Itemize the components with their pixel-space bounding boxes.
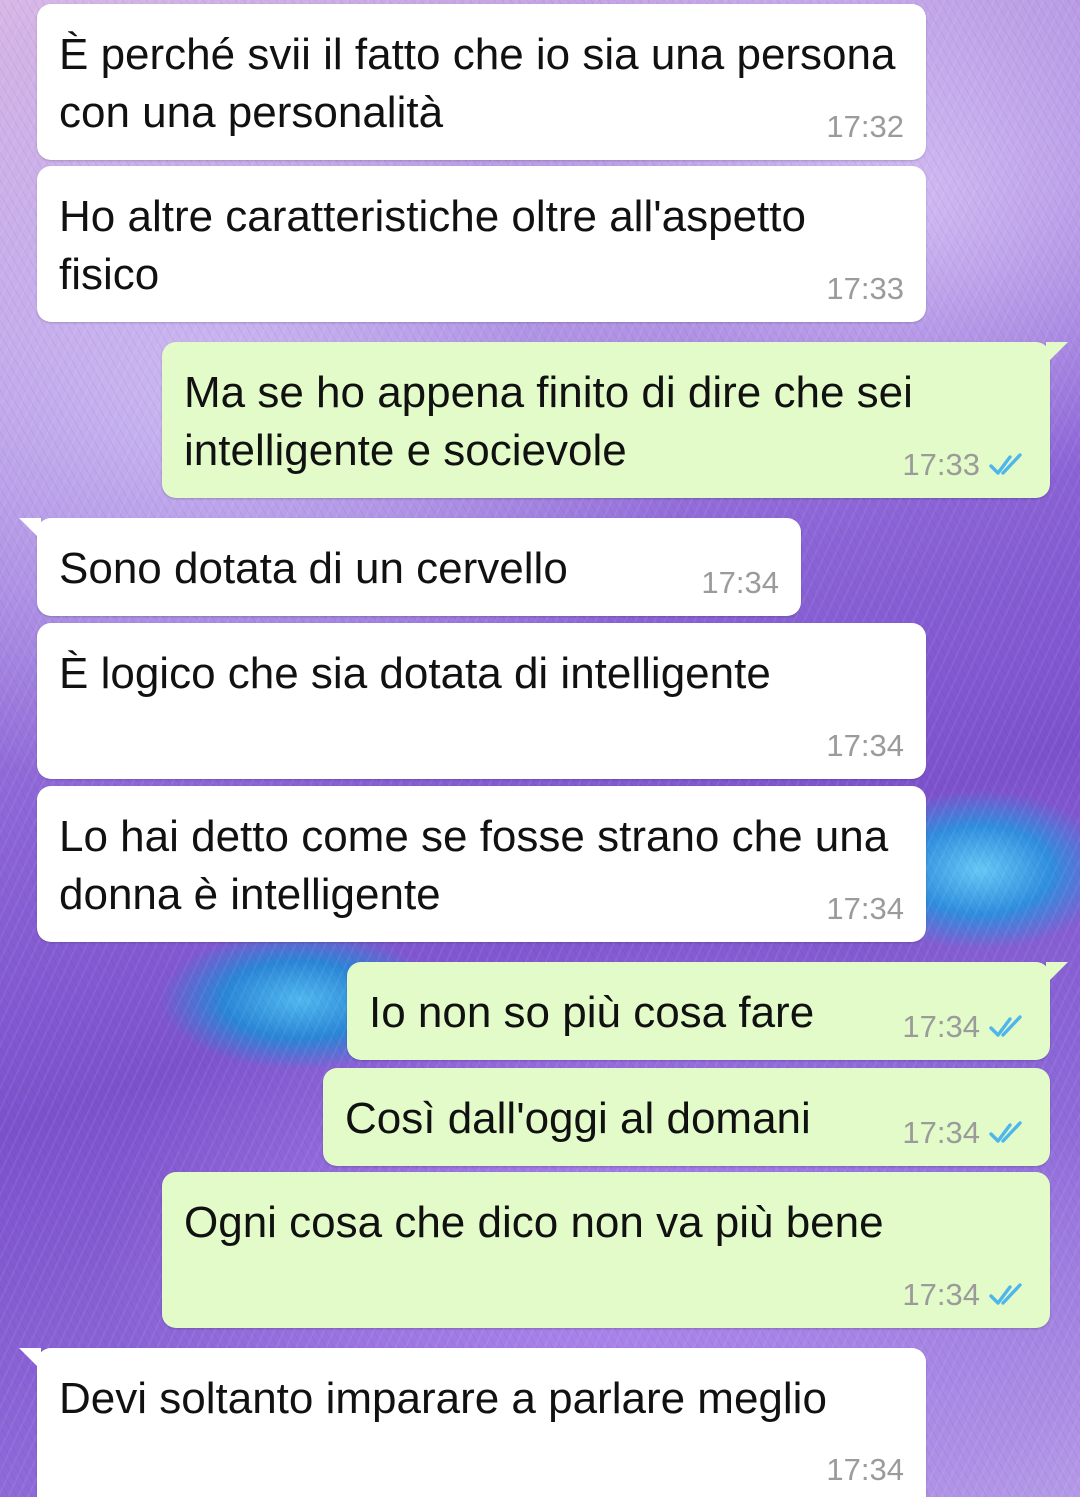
- read-check-icon: [989, 1283, 1022, 1305]
- incoming-message[interactable]: È perché svii il fatto che io sia una pe…: [37, 4, 926, 160]
- message-text: Devi soltanto imparare a parlare meglio: [59, 1374, 827, 1423]
- message-time: 17:34: [701, 565, 779, 600]
- outgoing-message[interactable]: Ogni cosa che dico non va più bene 17:34: [162, 1172, 1050, 1328]
- message-text: Sono dotata di un cervello: [59, 544, 568, 593]
- message-time: 17:32: [826, 109, 904, 144]
- message-text: Lo hai detto come se fosse strano che un…: [59, 812, 889, 919]
- message-time: 17:33: [826, 271, 904, 306]
- message-timestamp: 17:33: [902, 448, 1028, 482]
- incoming-message[interactable]: Sono dotata di un cervello 17:34: [19, 518, 801, 616]
- message-time: 17:34: [826, 891, 904, 926]
- message-timestamp: 17:34: [826, 1453, 904, 1487]
- message-time: 17:34: [902, 1277, 980, 1312]
- incoming-message[interactable]: Devi soltanto imparare a parlare meglio …: [19, 1348, 926, 1497]
- read-check-icon: [989, 1015, 1022, 1037]
- read-check-icon: [989, 1121, 1022, 1143]
- outgoing-message[interactable]: Così dall'oggi al domani 17:34: [323, 1068, 1050, 1166]
- read-check-icon: [989, 453, 1022, 475]
- message-timestamp: 17:34: [701, 566, 779, 600]
- message-timestamp: 17:32: [826, 110, 904, 144]
- message-timestamp: 17:34: [826, 892, 904, 926]
- message-time: 17:33: [902, 447, 980, 482]
- message-timestamp: 17:34: [826, 729, 904, 763]
- message-timestamp: 17:34: [902, 1278, 1028, 1312]
- message-text: Ma se ho appena finito di dire che sei i…: [184, 368, 913, 475]
- outgoing-message[interactable]: Ma se ho appena finito di dire che sei i…: [162, 342, 1068, 498]
- message-text: È perché svii il fatto che io sia una pe…: [59, 30, 896, 137]
- message-time: 17:34: [826, 1452, 904, 1487]
- incoming-message[interactable]: È logico che sia dotata di intelligente …: [37, 623, 926, 779]
- outgoing-message[interactable]: Io non so più cosa fare 17:34: [347, 962, 1068, 1060]
- message-time: 17:34: [902, 1009, 980, 1044]
- message-text: Ogni cosa che dico non va più bene: [184, 1198, 884, 1247]
- message-text: È logico che sia dotata di intelligente: [59, 649, 771, 698]
- message-timestamp: 17:34: [902, 1010, 1028, 1044]
- message-text: Ho altre caratteristiche oltre all'aspet…: [59, 192, 806, 299]
- message-timestamp: 17:34: [902, 1116, 1028, 1150]
- incoming-message[interactable]: Ho altre caratteristiche oltre all'aspet…: [37, 166, 926, 322]
- message-timestamp: 17:33: [826, 272, 904, 306]
- incoming-message[interactable]: Lo hai detto come se fosse strano che un…: [37, 786, 926, 942]
- message-time: 17:34: [826, 728, 904, 763]
- message-time: 17:34: [902, 1115, 980, 1150]
